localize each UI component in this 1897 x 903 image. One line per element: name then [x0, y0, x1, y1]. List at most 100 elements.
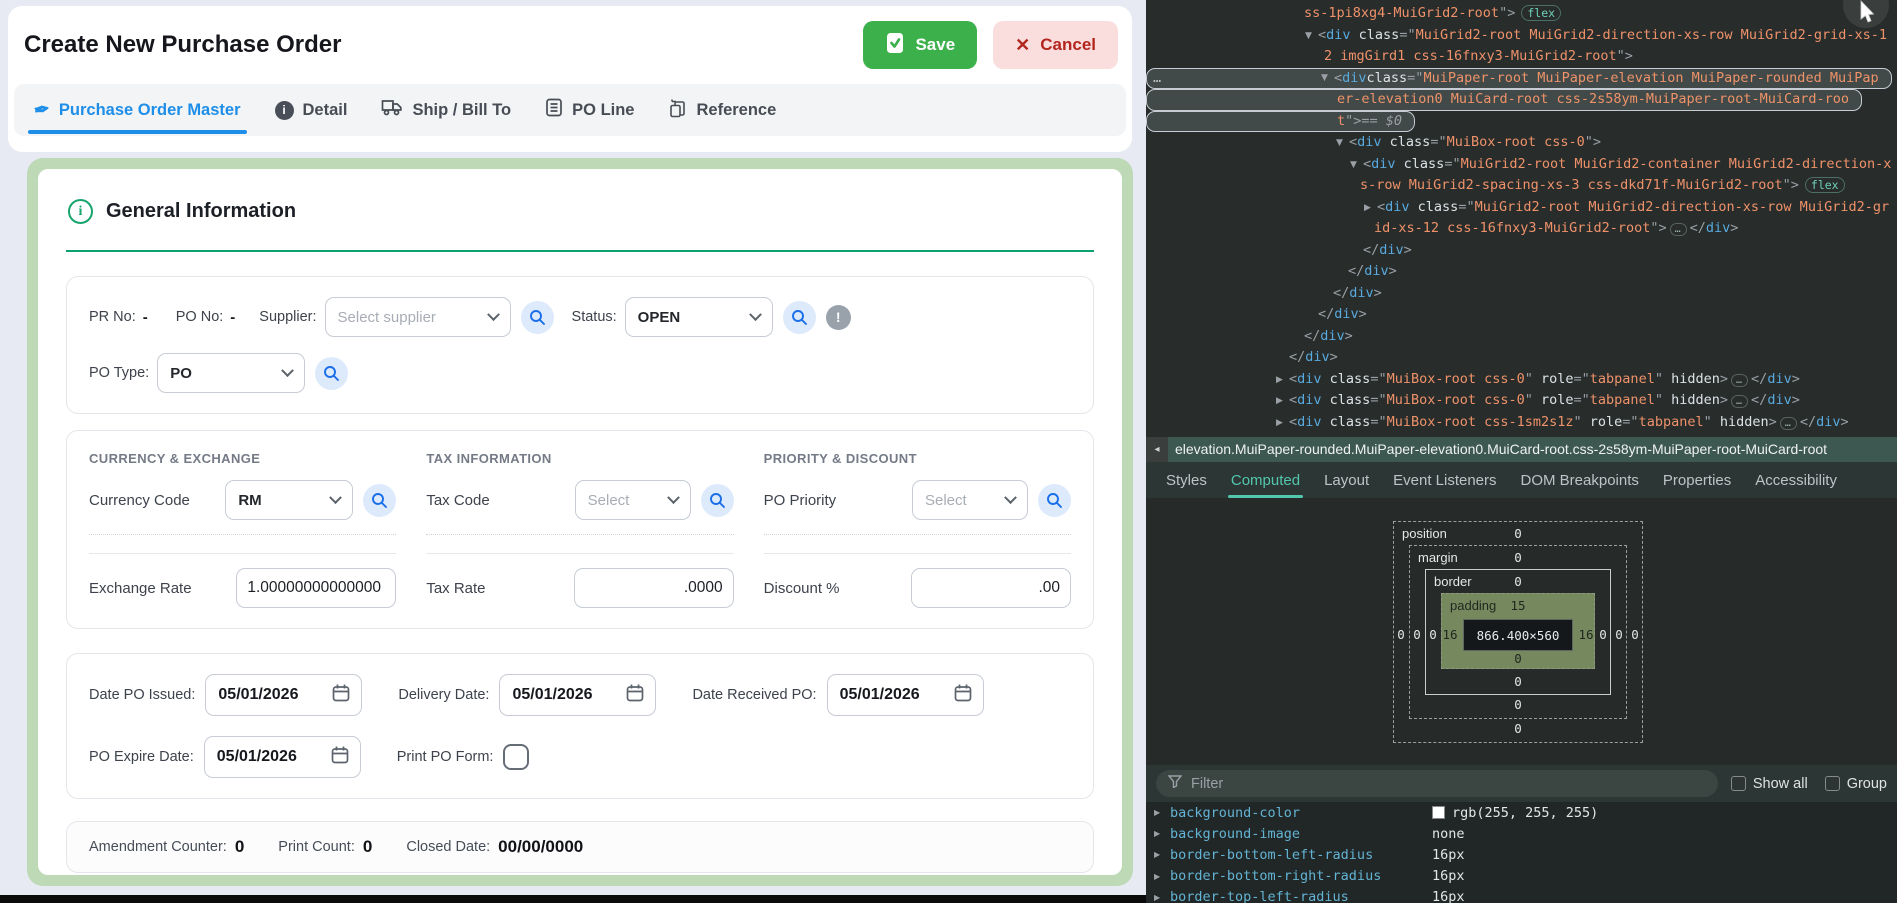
supplier-select[interactable]: Select supplier [325, 297, 511, 337]
dom-tree-node[interactable]: s-row MuiGrid2-spacing-xs-3 css-dkd71f-M… [1146, 175, 1897, 197]
po-type-search-button[interactable] [315, 357, 348, 390]
dom-tree-node[interactable]: </div> [1146, 347, 1897, 369]
dom-tree-node[interactable]: id-xs-12 css-16fnxy3-MuiGrid2-root">…</d… [1146, 218, 1897, 240]
dom-tree-node[interactable]: er-elevation0 MuiCard-root css-2s58ym-Mu… [1146, 89, 1862, 111]
priority-search-button[interactable] [1038, 484, 1071, 517]
supplier-search-button[interactable] [521, 301, 554, 334]
save-button[interactable]: Save [863, 21, 977, 69]
tab-po-line[interactable]: PO Line [545, 84, 634, 136]
date-po-issued-label: Date PO Issued: [89, 687, 195, 703]
dom-tree-node[interactable]: t"> == $0 [1146, 111, 1415, 133]
status-search-button[interactable] [783, 301, 816, 334]
tab-ship-bill-to[interactable]: Ship / Bill To [381, 84, 511, 136]
chevron-down-icon [749, 308, 762, 321]
padding-right-value: 16 [1578, 627, 1594, 642]
tax-search-button[interactable] [701, 484, 734, 517]
discount-label: Discount % [764, 580, 840, 597]
tab-reference[interactable]: Reference [668, 84, 776, 136]
currency-code-select[interactable]: RM [225, 480, 353, 520]
dom-tree-node[interactable]: ▶<div class="MuiBox-root css-1sm2s1z" ro… [1146, 412, 1897, 434]
page-title: Create New Purchase Order [24, 31, 341, 59]
status-select[interactable]: OPEN [625, 297, 773, 337]
dom-tree-node[interactable]: ▼<div class="MuiGrid2-root MuiGrid2-cont… [1146, 154, 1897, 176]
dom-tree-node[interactable]: </div> [1146, 326, 1897, 348]
header-row: Create New Purchase Order Save ✕ Cancel [24, 18, 1118, 72]
discount-input[interactable]: .00 [911, 568, 1071, 608]
tab-purchase-order-master[interactable]: ✒ Purchase Order Master [34, 84, 241, 136]
margin-right-value: 0 [1611, 627, 1627, 642]
show-all-group: Show all [1731, 776, 1808, 792]
computed-row-border-bottom-right-radius[interactable]: ▶ border-bottom-right-radius 16px [1146, 866, 1897, 887]
filter-input[interactable]: Filter [1156, 770, 1718, 797]
devtools-panel: ss-1pi8xg4-MuiGrid2-root">flex▼<div clas… [1146, 0, 1897, 903]
exchange-rate-input[interactable]: 1.00000000000000 [236, 568, 396, 608]
dom-tree-node[interactable]: ▶<div class="MuiBox-root css-0" role="ta… [1146, 369, 1897, 391]
expand-arrow-icon: ▶ [1154, 850, 1170, 859]
exchange-rate-label: Exchange Rate [89, 580, 192, 597]
padding-bottom-value: 0 [1510, 651, 1526, 666]
dom-tree-node[interactable]: </div> [1146, 240, 1897, 262]
delivery-date-input[interactable]: 05/01/2026 [499, 674, 656, 716]
position-right-value: 0 [1627, 627, 1643, 642]
tax-header: TAX INFORMATION [426, 451, 733, 466]
computed-properties-list: ▶ background-color rgb(255, 255, 255) ▶ … [1146, 802, 1897, 903]
po-priority-select[interactable]: Select [912, 480, 1028, 520]
group-checkbox[interactable] [1825, 776, 1840, 791]
computed-row-border-top-left-radius[interactable]: ▶ border-top-left-radius 16px [1146, 887, 1897, 903]
dom-tree-node[interactable]: </div> [1146, 283, 1897, 305]
tab-dom-breakpoints[interactable]: DOM Breakpoints [1521, 462, 1639, 498]
print-count: Print Count: 0 [278, 837, 372, 857]
chevron-down-icon [281, 364, 294, 377]
tab-accessibility[interactable]: Accessibility [1755, 462, 1837, 498]
currency-header: CURRENCY & EXCHANGE [89, 451, 396, 466]
tab-layout[interactable]: Layout [1324, 462, 1369, 498]
date-po-issued-input[interactable]: 05/01/2026 [205, 674, 362, 716]
list-icon [545, 98, 563, 122]
tax-rate-input[interactable]: .0000 [574, 568, 734, 608]
tab-event-listeners[interactable]: Event Listeners [1393, 462, 1496, 498]
save-check-icon [885, 32, 905, 59]
dates-row-2: PO Expire Date: 05/01/2026 Print PO Form… [89, 736, 1071, 778]
tab-properties[interactable]: Properties [1663, 462, 1731, 498]
cancel-button[interactable]: ✕ Cancel [993, 21, 1118, 69]
dom-tree-node[interactable]: ▶<div class="MuiBox-root css-0" role="ta… [1146, 390, 1897, 412]
chevron-down-icon [667, 491, 680, 504]
closed-date: Closed Date: 00/00/0000 [406, 837, 583, 857]
dom-tree-node[interactable]: 2 imgGird1 css-16fnxy3-MuiGrid2-root"> [1146, 46, 1897, 68]
chevron-down-icon [487, 308, 500, 321]
breadcrumb-scroll-left-button[interactable]: ◂ [1146, 437, 1168, 462]
date-received-po-input[interactable]: 05/01/2026 [827, 674, 984, 716]
tax-code-select[interactable]: Select [575, 480, 691, 520]
dom-tree-node[interactable]: ▼<div class="MuiGrid2-root MuiGrid2-dire… [1146, 25, 1897, 47]
breadcrumb[interactable]: elevation.MuiPaper-rounded.MuiPaper-elev… [1168, 437, 1897, 462]
computed-row-background-image[interactable]: ▶ background-image none [1146, 823, 1897, 844]
currency-search-button[interactable] [363, 484, 396, 517]
po-no-label: PO No: [176, 309, 224, 325]
close-icon: ✕ [1015, 35, 1030, 56]
po-expire-date-input[interactable]: 05/01/2026 [204, 736, 361, 778]
tab-styles[interactable]: Styles [1166, 462, 1207, 498]
calendar-icon [953, 683, 973, 708]
header-buttons: Save ✕ Cancel [863, 21, 1118, 69]
group-group: Group [1825, 776, 1887, 792]
dom-tree-node[interactable]: …▼<div class="MuiPaper-root MuiPaper-ele… [1146, 68, 1892, 90]
dom-tree-node[interactable]: ss-1pi8xg4-MuiGrid2-root">flex [1146, 3, 1897, 25]
computed-row-border-bottom-left-radius[interactable]: ▶ border-bottom-left-radius 16px [1146, 844, 1897, 865]
computed-row-background-color[interactable]: ▶ background-color rgb(255, 255, 255) [1146, 802, 1897, 823]
dom-tree-node[interactable]: ▶<div class="MuiGrid2-root MuiGrid2-dire… [1146, 197, 1897, 219]
currency-column: CURRENCY & EXCHANGE Currency Code RM [89, 451, 396, 608]
dom-tree-node[interactable]: </div> [1146, 261, 1897, 283]
dom-tree-node[interactable]: </div> [1146, 304, 1897, 326]
padding-label: padding [1450, 598, 1496, 613]
po-type-select[interactable]: PO [157, 353, 305, 393]
dom-tree-node[interactable]: ▼<div class="MuiBox-root css-0"> [1146, 132, 1897, 154]
content-size: 866.400×560 [1463, 619, 1573, 651]
expand-arrow-icon: ▶ [1154, 893, 1170, 902]
tax-rate-label: Tax Rate [426, 580, 485, 597]
margin-left-value: 0 [1409, 627, 1425, 642]
tab-computed[interactable]: Computed [1231, 462, 1300, 498]
tab-detail[interactable]: i Detail [275, 84, 348, 136]
devtools-breadcrumb-bar: ◂ elevation.MuiPaper-rounded.MuiPaper-el… [1146, 437, 1897, 462]
print-po-form-checkbox[interactable] [503, 744, 529, 770]
show-all-checkbox[interactable] [1731, 776, 1746, 791]
